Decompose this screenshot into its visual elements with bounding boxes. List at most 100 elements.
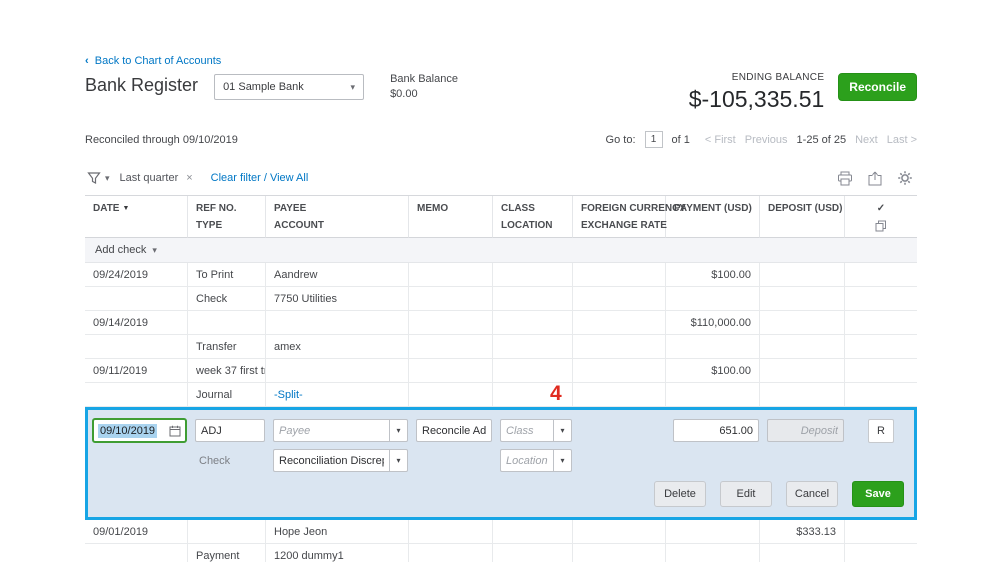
class-dropdown-arrow-icon[interactable]: ▾ <box>553 419 572 442</box>
edit-cell-date: 09/10/2019 <box>88 415 191 446</box>
edit-cell-foreign-currency <box>576 415 669 446</box>
date-input[interactable]: 09/10/2019 <box>92 418 187 443</box>
cancel-button[interactable]: Cancel <box>786 481 838 507</box>
reconcile-button[interactable]: Reconcile <box>838 73 917 101</box>
column-header-payee-account: PAYEE ACCOUNT <box>266 196 409 238</box>
funnel-icon <box>87 171 101 185</box>
payee-dropdown-arrow-icon[interactable]: ▾ <box>389 419 408 442</box>
bank-register-page: ‹ Back to Chart of Accounts Bank Registe… <box>0 0 999 562</box>
memo-input[interactable] <box>416 419 492 442</box>
split-link[interactable]: -Split- <box>266 383 409 407</box>
subbar: Reconciled through 09/10/2019 Go to: 1 o… <box>85 131 917 148</box>
bank-balance-label: Bank Balance <box>390 72 458 87</box>
cell-empty <box>409 335 493 359</box>
deposit-input <box>767 419 844 442</box>
account-input[interactable] <box>273 449 389 472</box>
cell-memo <box>409 359 493 383</box>
column-header-deposit: DEPOSIT (USD) <box>760 196 845 238</box>
edit-cell-class: ▾ <box>496 415 576 446</box>
reconciled-through-text: Reconciled through 09/10/2019 <box>85 134 238 146</box>
col-account-label: ACCOUNT <box>274 220 400 232</box>
cell-class <box>493 520 573 544</box>
location-input[interactable] <box>500 449 553 472</box>
col-type-label: TYPE <box>196 220 257 232</box>
clear-filter-link[interactable]: Clear filter / View All <box>211 172 309 184</box>
cell-foreign-currency <box>573 311 666 335</box>
cell-location <box>493 287 573 311</box>
account-selector[interactable]: 01 Sample Bank ▾ <box>214 74 364 100</box>
col-fc-label: FOREIGN CURRENCY <box>581 203 657 214</box>
location-dropdown-arrow-icon[interactable]: ▾ <box>553 449 572 472</box>
cell-payee: Aandrew <box>266 263 409 287</box>
cell-payment: $100.00 <box>666 263 760 287</box>
sort-arrow-icon: ▼ <box>122 205 129 212</box>
reconcile-status-box[interactable]: R <box>868 419 894 443</box>
edit-cell-payee: ▾ <box>269 415 412 446</box>
bank-balance: Bank Balance $0.00 <box>390 72 458 102</box>
account-dropdown-arrow-icon[interactable]: ▾ <box>389 449 408 472</box>
table-row[interactable]: 09/11/2019 week 37 first try $100.00 Jou… <box>85 359 917 407</box>
cell-payment <box>666 520 760 544</box>
edit-cell-ref <box>191 415 269 446</box>
cell-deposit <box>760 311 845 335</box>
pager-first[interactable]: < First <box>705 134 736 146</box>
cell-class <box>493 263 573 287</box>
back-to-chart-of-accounts-link[interactable]: ‹ Back to Chart of Accounts <box>85 55 221 67</box>
edit-cell-status: R <box>848 415 914 446</box>
calendar-icon[interactable] <box>169 425 181 437</box>
cell-empty <box>409 544 493 562</box>
table-row[interactable]: 09/14/2019 $110,000.00 Transfer amex <box>85 311 917 359</box>
class-input[interactable] <box>500 419 553 442</box>
col-date-label: DATE <box>93 203 119 214</box>
cell-ref <box>188 311 266 335</box>
col-class-label: CLASS <box>501 203 564 214</box>
cell-exchange-rate <box>573 335 666 359</box>
edit-cell-empty <box>848 446 914 475</box>
cell-exchange-rate <box>573 287 666 311</box>
column-header-date[interactable]: DATE▼ <box>85 196 188 238</box>
column-header-memo: MEMO <box>409 196 493 238</box>
table-row[interactable]: 09/24/2019 To Print Aandrew $100.00 Chec… <box>85 263 917 311</box>
filter-menu-button[interactable]: ▾ <box>87 171 110 185</box>
pager-last[interactable]: Last > <box>887 134 917 146</box>
edit-button[interactable]: Edit <box>720 481 772 507</box>
cell-payee <box>266 359 409 383</box>
cell-empty <box>666 287 760 311</box>
ending-balance-label: ENDING BALANCE <box>689 72 825 83</box>
filter-chip-close-icon[interactable]: × <box>186 172 192 184</box>
col-date-line2 <box>93 220 179 232</box>
account-selector-value: 01 Sample Bank <box>223 81 304 93</box>
save-button[interactable]: Save <box>852 481 904 507</box>
print-icon[interactable] <box>837 171 853 186</box>
edit-cell-location: ▾ <box>496 446 576 475</box>
cell-ref <box>188 520 266 544</box>
add-check-label: Add check <box>95 244 146 256</box>
cell-date: 09/11/2019 <box>85 359 188 383</box>
gear-icon[interactable] <box>897 170 913 186</box>
goto-total: of 1 <box>672 134 690 146</box>
cell-location <box>493 335 573 359</box>
pager-next[interactable]: Next <box>855 134 878 146</box>
ref-no-input[interactable] <box>195 419 265 442</box>
table-row[interactable]: 09/01/2019 Hope Jeon $333.13 Payment 120… <box>85 520 917 562</box>
filter-dropdown-arrow-icon: ▾ <box>105 173 110 184</box>
cell-memo <box>409 311 493 335</box>
payee-input[interactable] <box>273 419 389 442</box>
cell-memo <box>409 263 493 287</box>
cell-date: 09/24/2019 <box>85 263 188 287</box>
copy-icon[interactable] <box>853 220 909 232</box>
add-transaction-row[interactable]: Add check ▾ <box>85 238 917 263</box>
goto-page-input[interactable]: 1 <box>645 131 663 148</box>
export-icon[interactable] <box>867 171 883 186</box>
cell-foreign-currency <box>573 359 666 383</box>
delete-button[interactable]: Delete <box>654 481 706 507</box>
column-header-foreign-currency: FOREIGN CURRENCY EXCHANGE RATE <box>573 196 666 238</box>
cell-empty <box>409 287 493 311</box>
cell-ref: week 37 first try <box>188 359 266 383</box>
cell-status <box>845 263 917 287</box>
cell-empty <box>845 287 917 311</box>
cell-exchange-rate <box>573 383 666 407</box>
check-mark-icon: ✓ <box>853 203 909 214</box>
pager-previous[interactable]: Previous <box>745 134 788 146</box>
payment-input[interactable] <box>673 419 759 442</box>
